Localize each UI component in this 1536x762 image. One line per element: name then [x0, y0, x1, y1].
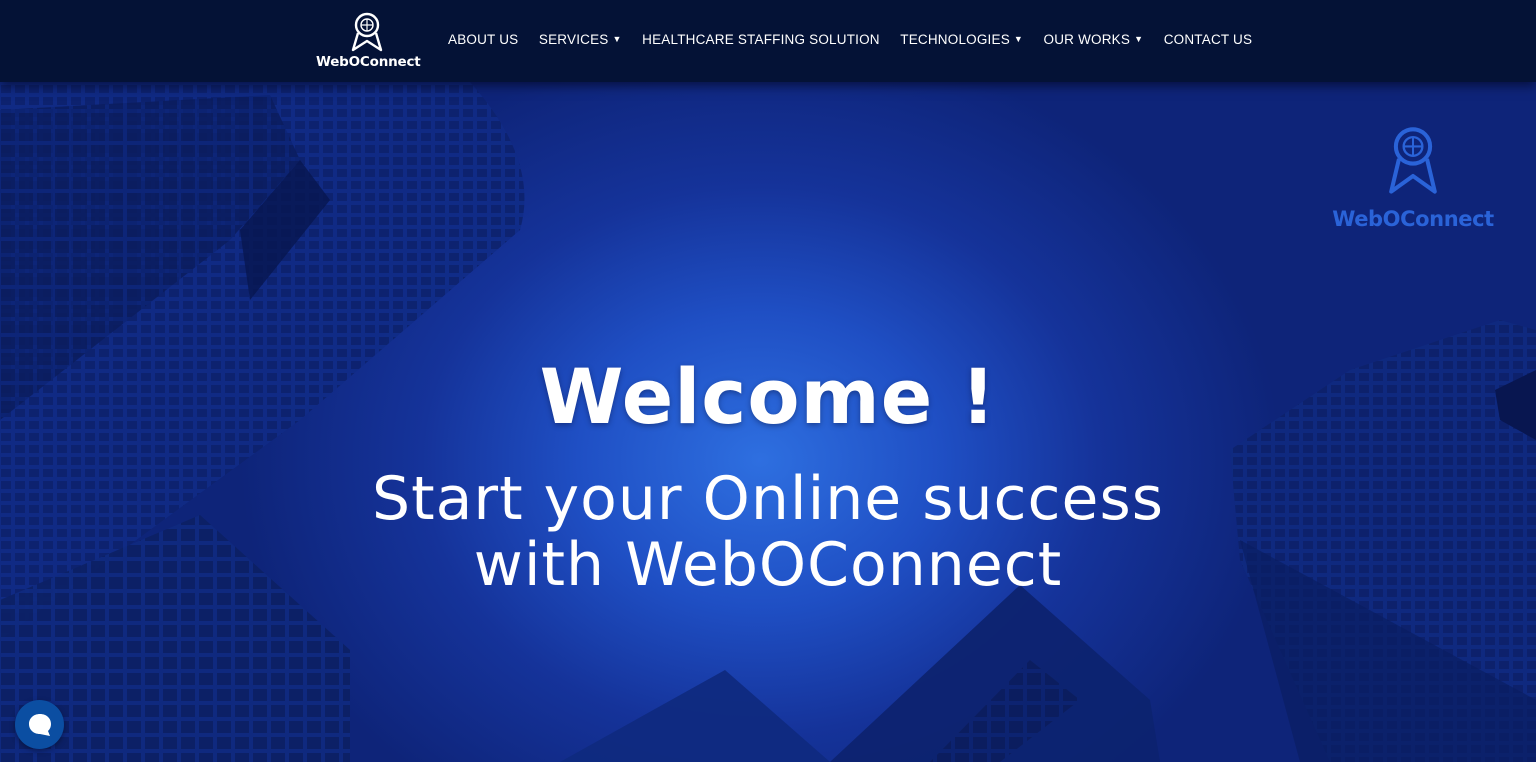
- hero-subheadline: Start your Online success with WebOConne…: [0, 466, 1536, 598]
- nav-label: OUR WORKS: [1043, 32, 1131, 47]
- nav-healthcare-staffing[interactable]: HEALTHCARE STAFFING SOLUTION: [642, 32, 880, 47]
- hero-watermark-logo: WebOConnect: [1326, 126, 1500, 231]
- nav-label: CONTACT US: [1163, 32, 1253, 47]
- chevron-down-icon: ▼: [612, 33, 622, 44]
- globe-ribbon-icon: [351, 12, 383, 52]
- brand-name: WebOConnect: [316, 54, 421, 70]
- hero-subheadline-line-2: with WebOConnect: [473, 530, 1063, 600]
- brand-logo[interactable]: WebOConnect: [316, 12, 421, 72]
- nav-services[interactable]: SERVICES ▼: [539, 32, 622, 47]
- nav-label: SERVICES: [538, 32, 609, 47]
- nav-about-us[interactable]: ABOUT US: [448, 32, 518, 47]
- nav-label: TECHNOLOGIES: [900, 32, 1010, 47]
- hero-headline: Welcome !: [539, 352, 997, 441]
- nav-our-works[interactable]: OUR WORKS ▼: [1044, 32, 1144, 47]
- hero-subheadline-line-1: Start your Online success: [372, 464, 1164, 534]
- nav-label: ABOUT US: [448, 32, 519, 47]
- top-navbar: WebOConnect ABOUT US SERVICES ▼ HEALTHCA…: [0, 0, 1536, 82]
- nav-technologies[interactable]: TECHNOLOGIES ▼: [900, 32, 1023, 47]
- chat-bubble-icon: [28, 713, 51, 736]
- main-navigation: ABOUT US SERVICES ▼ HEALTHCARE STAFFING …: [448, 32, 1273, 47]
- globe-ribbon-icon: [1389, 127, 1437, 194]
- nav-label: HEALTHCARE STAFFING SOLUTION: [642, 32, 880, 47]
- chevron-down-icon: ▼: [1013, 33, 1024, 44]
- chevron-down-icon: ▼: [1134, 33, 1144, 44]
- nav-contact-us[interactable]: CONTACT US: [1164, 32, 1253, 47]
- watermark-text: WebOConnect: [1332, 207, 1494, 231]
- chat-widget-button[interactable]: [15, 700, 64, 749]
